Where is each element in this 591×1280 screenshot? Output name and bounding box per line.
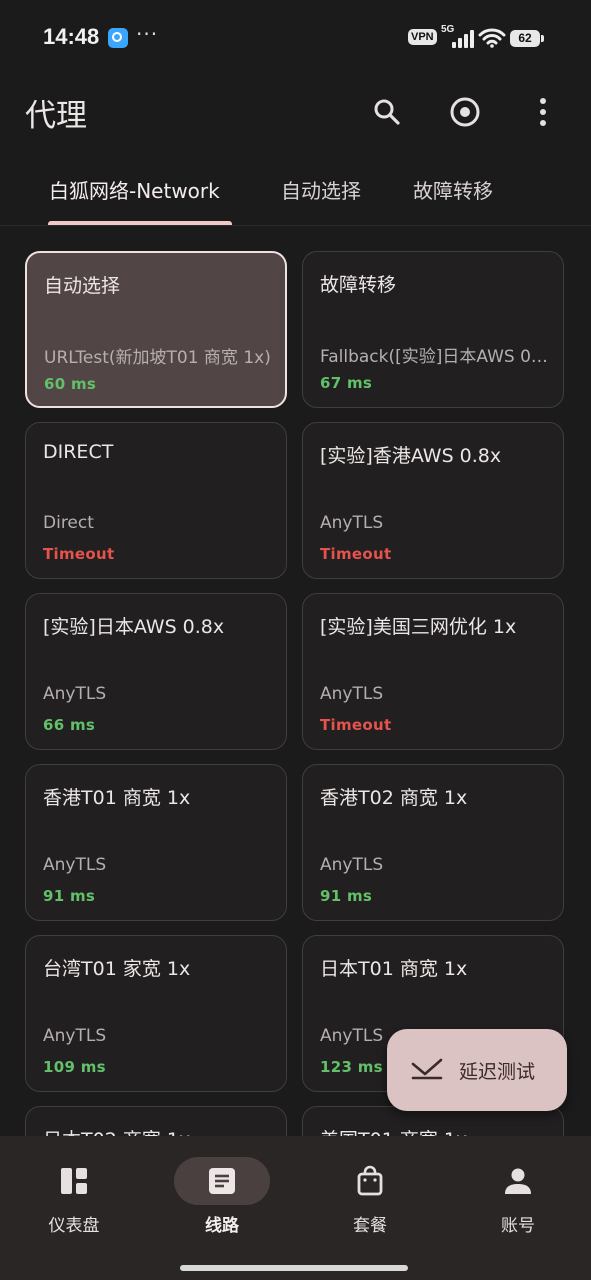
proxy-card[interactable]: 香港T02 商宽 1x AnyTLS 91 ms <box>302 764 564 921</box>
proxy-delay: 60 ms <box>44 375 97 393</box>
proxy-name: 日本T01 商宽 1x <box>320 958 468 980</box>
app-notification-icon <box>108 28 128 48</box>
proxy-delay: Timeout <box>320 716 392 734</box>
proxy-name: [实验]美国三网优化 1x <box>320 616 517 638</box>
proxy-card[interactable]: DIRECT Direct Timeout <box>25 422 287 579</box>
proxy-delay: 123 ms <box>320 1058 383 1076</box>
proxy-name: 香港T01 商宽 1x <box>43 787 191 809</box>
bottom-navigation: 仪表盘 线路 套餐 账号 <box>0 1136 591 1280</box>
group-tabs: 白狐网络-Network 自动选择 故障转移 <box>0 160 591 226</box>
locate-selected-button[interactable] <box>439 86 491 138</box>
battery-icon: 62 <box>510 30 544 47</box>
proxy-type: AnyTLS <box>320 684 384 704</box>
proxy-type: AnyTLS <box>43 855 107 875</box>
proxy-name: 香港T02 商宽 1x <box>320 787 468 809</box>
dashboard-icon <box>61 1168 87 1194</box>
proxy-name: 自动选择 <box>44 275 121 297</box>
proxy-card[interactable]: 日本T02 商宽 1x <box>25 1106 287 1136</box>
proxy-name: 日本T02 商宽 1x <box>43 1125 279 1136</box>
nav-label: 套餐 <box>353 1216 387 1236</box>
nav-label: 仪表盘 <box>48 1216 100 1236</box>
status-time: 14:48 <box>43 24 100 49</box>
search-button[interactable] <box>361 86 413 138</box>
tab-baihu-network[interactable]: 白狐网络-Network <box>49 175 220 204</box>
wifi-icon <box>478 28 506 52</box>
proxy-card-selected[interactable]: 自动选择 URLTest(新加坡T01 商宽 1x) 60 ms <box>25 251 287 408</box>
vpn-badge: VPN <box>408 29 437 45</box>
proxy-delay: 91 ms <box>43 887 96 905</box>
proxy-delay: 67 ms <box>320 374 373 392</box>
proxy-card[interactable]: 香港T01 商宽 1x AnyTLS 91 ms <box>25 764 287 921</box>
nav-plans[interactable]: 套餐 <box>296 1136 444 1246</box>
nav-label: 线路 <box>205 1216 239 1236</box>
proxy-name: DIRECT <box>43 441 114 463</box>
proxy-name: 台湾T01 家宽 1x <box>43 958 191 980</box>
nav-account[interactable]: 账号 <box>444 1136 591 1246</box>
proxy-card[interactable]: [实验]美国三网优化 1x AnyTLS Timeout <box>302 593 564 750</box>
more-notifications-indicator: ··· <box>136 22 159 46</box>
proxy-name: [实验]香港AWS 0.8x <box>320 445 502 467</box>
proxy-delay: Timeout <box>43 545 115 563</box>
latency-test-button[interactable]: 延迟测试 <box>387 1029 567 1111</box>
proxy-type: Direct <box>43 513 94 533</box>
target-icon <box>450 97 480 127</box>
speed-test-icon <box>411 1058 443 1080</box>
proxy-card[interactable]: 台湾T01 家宽 1x AnyTLS 109 ms <box>25 935 287 1092</box>
proxy-name: [实验]日本AWS 0.8x <box>43 616 225 638</box>
proxy-delay: 109 ms <box>43 1058 106 1076</box>
nav-routes[interactable]: 线路 <box>148 1136 296 1246</box>
proxy-name: 故障转移 <box>320 274 397 296</box>
proxy-name: 美国T01 商宽 1x <box>320 1125 556 1136</box>
proxy-type: AnyTLS <box>320 513 384 533</box>
proxy-type: Fallback([实验]日本AWS 0.8x) <box>320 347 550 367</box>
proxy-card[interactable]: [实验]香港AWS 0.8x AnyTLS Timeout <box>302 422 564 579</box>
proxy-type: URLTest(新加坡T01 商宽 1x) <box>44 348 271 368</box>
proxy-delay: 91 ms <box>320 887 373 905</box>
nav-label: 账号 <box>501 1216 535 1236</box>
more-options-button[interactable] <box>517 86 569 138</box>
more-vert-icon <box>540 98 546 126</box>
proxy-grid: 自动选择 URLTest(新加坡T01 商宽 1x) 60 ms 故障转移 Fa… <box>25 251 567 1136</box>
latency-test-label: 延迟测试 <box>459 1061 536 1083</box>
page-title: 代理 <box>25 98 87 134</box>
person-icon <box>505 1168 531 1194</box>
proxy-type: AnyTLS <box>43 684 107 704</box>
tab-fallback[interactable]: 故障转移 <box>413 175 493 204</box>
proxy-card[interactable]: [实验]日本AWS 0.8x AnyTLS 66 ms <box>25 593 287 750</box>
signal-icon <box>452 30 474 48</box>
article-icon <box>209 1168 235 1194</box>
proxy-delay: 66 ms <box>43 716 96 734</box>
proxy-type: AnyTLS <box>43 1026 107 1046</box>
status-bar: 14:48 ··· VPN 5G 62 <box>0 0 591 78</box>
tab-auto-select[interactable]: 自动选择 <box>281 175 361 204</box>
search-icon <box>374 99 400 125</box>
nav-dashboard[interactable]: 仪表盘 <box>0 1136 148 1246</box>
proxy-type: AnyTLS <box>320 855 384 875</box>
tabs-divider <box>0 225 591 226</box>
proxy-card[interactable]: 故障转移 Fallback([实验]日本AWS 0.8x) 67 ms <box>302 251 564 408</box>
gesture-home-bar[interactable] <box>180 1265 408 1271</box>
proxy-delay: Timeout <box>320 545 392 563</box>
shopping-bag-icon <box>357 1165 383 1196</box>
